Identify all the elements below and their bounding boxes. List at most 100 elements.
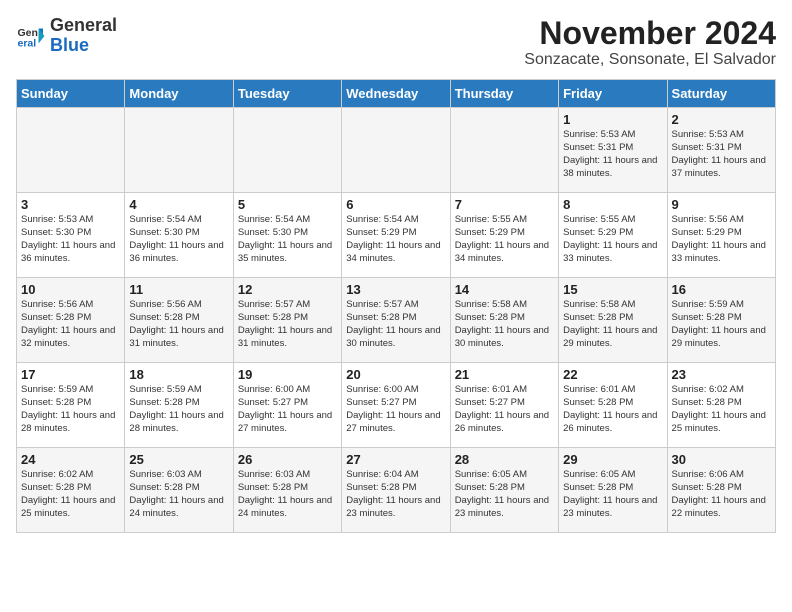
calendar-cell: 11 Sunrise: 5:56 AMSunset: 5:28 PMDaylig… [125,278,233,363]
calendar-cell: 17 Sunrise: 5:59 AMSunset: 5:28 PMDaylig… [17,363,125,448]
calendar-cell: 16 Sunrise: 5:59 AMSunset: 5:28 PMDaylig… [667,278,775,363]
day-detail: Sunrise: 6:03 AMSunset: 5:28 PMDaylight:… [129,469,228,520]
calendar-header-row: SundayMondayTuesdayWednesdayThursdayFrid… [17,80,776,108]
calendar-cell: 7 Sunrise: 5:55 AMSunset: 5:29 PMDayligh… [450,193,558,278]
calendar-cell [17,108,125,193]
header-saturday: Saturday [667,80,775,108]
day-detail: Sunrise: 5:55 AMSunset: 5:29 PMDaylight:… [455,214,554,265]
calendar-cell [233,108,341,193]
day-number: 1 [563,112,662,127]
day-number: 18 [129,367,228,382]
day-number: 14 [455,282,554,297]
day-number: 8 [563,197,662,212]
calendar-cell: 14 Sunrise: 5:58 AMSunset: 5:28 PMDaylig… [450,278,558,363]
day-detail: Sunrise: 5:54 AMSunset: 5:29 PMDaylight:… [346,214,445,265]
day-detail: Sunrise: 5:59 AMSunset: 5:28 PMDaylight:… [21,384,120,435]
day-number: 5 [238,197,337,212]
day-number: 30 [672,452,771,467]
calendar-cell: 19 Sunrise: 6:00 AMSunset: 5:27 PMDaylig… [233,363,341,448]
day-detail: Sunrise: 5:58 AMSunset: 5:28 PMDaylight:… [455,299,554,350]
day-number: 10 [21,282,120,297]
day-detail: Sunrise: 6:01 AMSunset: 5:28 PMDaylight:… [563,384,662,435]
calendar-cell: 6 Sunrise: 5:54 AMSunset: 5:29 PMDayligh… [342,193,450,278]
day-number: 26 [238,452,337,467]
calendar-cell: 9 Sunrise: 5:56 AMSunset: 5:29 PMDayligh… [667,193,775,278]
day-number: 25 [129,452,228,467]
day-detail: Sunrise: 5:56 AMSunset: 5:29 PMDaylight:… [672,214,771,265]
calendar-cell: 24 Sunrise: 6:02 AMSunset: 5:28 PMDaylig… [17,448,125,533]
calendar-cell: 1 Sunrise: 5:53 AMSunset: 5:31 PMDayligh… [559,108,667,193]
calendar-cell: 2 Sunrise: 5:53 AMSunset: 5:31 PMDayligh… [667,108,775,193]
header-friday: Friday [559,80,667,108]
day-detail: Sunrise: 5:54 AMSunset: 5:30 PMDaylight:… [129,214,228,265]
day-detail: Sunrise: 5:53 AMSunset: 5:31 PMDaylight:… [563,129,662,180]
day-detail: Sunrise: 6:02 AMSunset: 5:28 PMDaylight:… [672,384,771,435]
day-number: 29 [563,452,662,467]
day-detail: Sunrise: 5:57 AMSunset: 5:28 PMDaylight:… [346,299,445,350]
calendar-cell [342,108,450,193]
day-number: 16 [672,282,771,297]
calendar-week-row: 10 Sunrise: 5:56 AMSunset: 5:28 PMDaylig… [17,278,776,363]
day-detail: Sunrise: 5:54 AMSunset: 5:30 PMDaylight:… [238,214,337,265]
calendar-week-row: 17 Sunrise: 5:59 AMSunset: 5:28 PMDaylig… [17,363,776,448]
day-detail: Sunrise: 5:55 AMSunset: 5:29 PMDaylight:… [563,214,662,265]
calendar-cell: 18 Sunrise: 5:59 AMSunset: 5:28 PMDaylig… [125,363,233,448]
day-detail: Sunrise: 6:00 AMSunset: 5:27 PMDaylight:… [346,384,445,435]
title-area: November 2024 Sonzacate, Sonsonate, El S… [524,16,776,69]
day-detail: Sunrise: 6:02 AMSunset: 5:28 PMDaylight:… [21,469,120,520]
day-number: 12 [238,282,337,297]
day-detail: Sunrise: 5:53 AMSunset: 5:31 PMDaylight:… [672,129,771,180]
day-detail: Sunrise: 6:00 AMSunset: 5:27 PMDaylight:… [238,384,337,435]
day-detail: Sunrise: 5:56 AMSunset: 5:28 PMDaylight:… [21,299,120,350]
calendar-cell: 4 Sunrise: 5:54 AMSunset: 5:30 PMDayligh… [125,193,233,278]
calendar-week-row: 24 Sunrise: 6:02 AMSunset: 5:28 PMDaylig… [17,448,776,533]
calendar-cell: 10 Sunrise: 5:56 AMSunset: 5:28 PMDaylig… [17,278,125,363]
calendar-cell: 28 Sunrise: 6:05 AMSunset: 5:28 PMDaylig… [450,448,558,533]
day-number: 11 [129,282,228,297]
day-number: 2 [672,112,771,127]
calendar-cell: 26 Sunrise: 6:03 AMSunset: 5:28 PMDaylig… [233,448,341,533]
calendar-cell: 15 Sunrise: 5:58 AMSunset: 5:28 PMDaylig… [559,278,667,363]
day-number: 6 [346,197,445,212]
logo-icon: Gen eral [16,21,46,51]
calendar-cell: 20 Sunrise: 6:00 AMSunset: 5:27 PMDaylig… [342,363,450,448]
day-number: 4 [129,197,228,212]
day-detail: Sunrise: 5:59 AMSunset: 5:28 PMDaylight:… [672,299,771,350]
calendar-cell: 21 Sunrise: 6:01 AMSunset: 5:27 PMDaylig… [450,363,558,448]
header-wednesday: Wednesday [342,80,450,108]
header-thursday: Thursday [450,80,558,108]
header: Gen eral General Blue November 2024 Sonz… [16,16,776,69]
day-number: 7 [455,197,554,212]
day-detail: Sunrise: 6:05 AMSunset: 5:28 PMDaylight:… [455,469,554,520]
day-number: 3 [21,197,120,212]
day-detail: Sunrise: 6:05 AMSunset: 5:28 PMDaylight:… [563,469,662,520]
day-detail: Sunrise: 6:03 AMSunset: 5:28 PMDaylight:… [238,469,337,520]
day-number: 27 [346,452,445,467]
day-number: 15 [563,282,662,297]
svg-text:eral: eral [18,37,37,49]
day-number: 22 [563,367,662,382]
day-number: 23 [672,367,771,382]
calendar-cell: 27 Sunrise: 6:04 AMSunset: 5:28 PMDaylig… [342,448,450,533]
calendar-cell: 8 Sunrise: 5:55 AMSunset: 5:29 PMDayligh… [559,193,667,278]
day-number: 20 [346,367,445,382]
header-tuesday: Tuesday [233,80,341,108]
calendar-cell: 29 Sunrise: 6:05 AMSunset: 5:28 PMDaylig… [559,448,667,533]
header-monday: Monday [125,80,233,108]
calendar-cell: 23 Sunrise: 6:02 AMSunset: 5:28 PMDaylig… [667,363,775,448]
calendar-cell: 5 Sunrise: 5:54 AMSunset: 5:30 PMDayligh… [233,193,341,278]
day-detail: Sunrise: 6:01 AMSunset: 5:27 PMDaylight:… [455,384,554,435]
day-number: 17 [21,367,120,382]
calendar-cell: 3 Sunrise: 5:53 AMSunset: 5:30 PMDayligh… [17,193,125,278]
day-detail: Sunrise: 5:57 AMSunset: 5:28 PMDaylight:… [238,299,337,350]
header-sunday: Sunday [17,80,125,108]
calendar-cell: 25 Sunrise: 6:03 AMSunset: 5:28 PMDaylig… [125,448,233,533]
day-number: 13 [346,282,445,297]
calendar-table: SundayMondayTuesdayWednesdayThursdayFrid… [16,79,776,533]
calendar-week-row: 3 Sunrise: 5:53 AMSunset: 5:30 PMDayligh… [17,193,776,278]
day-number: 19 [238,367,337,382]
day-detail: Sunrise: 5:56 AMSunset: 5:28 PMDaylight:… [129,299,228,350]
calendar-cell [450,108,558,193]
logo-blue-text: Blue [50,35,89,55]
calendar-cell: 13 Sunrise: 5:57 AMSunset: 5:28 PMDaylig… [342,278,450,363]
